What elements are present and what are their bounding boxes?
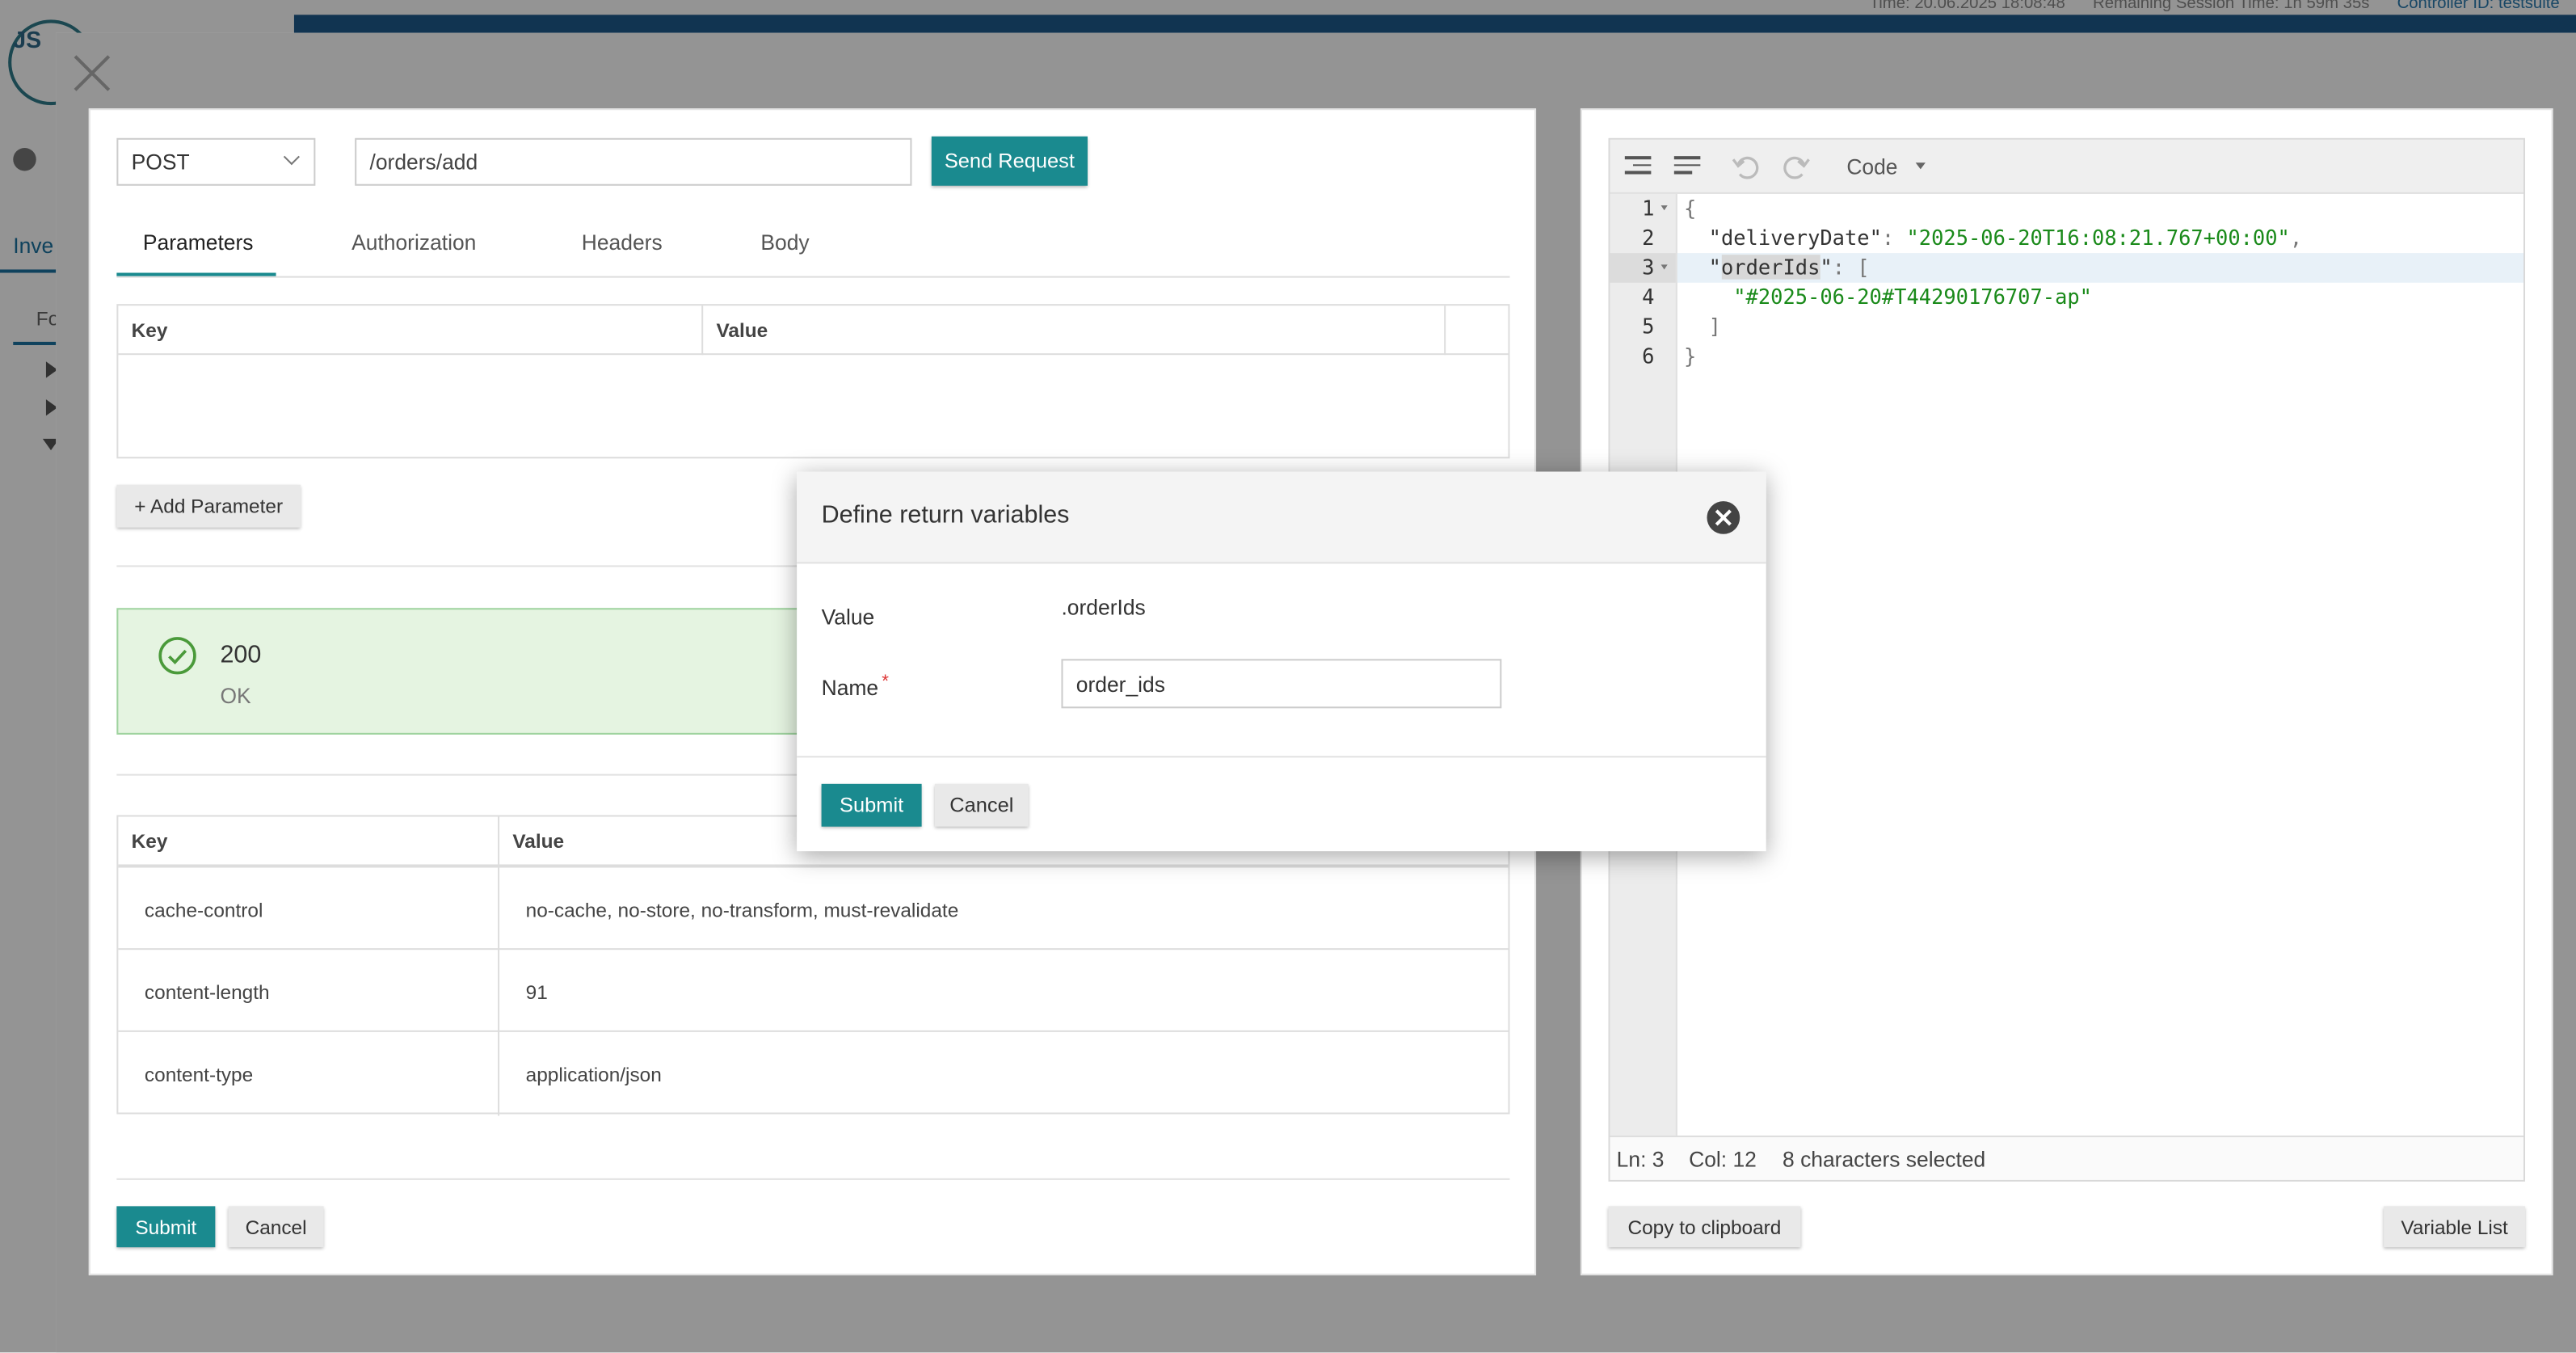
code-area[interactable]: { "deliveryDate": "2025-06-20T16:08:21.7… — [1677, 194, 2523, 1136]
code-line: { — [1684, 195, 1697, 221]
value-text: .orderIds — [1061, 595, 1146, 620]
add-parameter-button[interactable]: + Add Parameter — [116, 484, 301, 528]
editor-toolbar: Code — [1610, 139, 2523, 194]
col-value: Value — [512, 829, 565, 854]
fold-icon[interactable] — [1661, 264, 1668, 270]
required-mark: * — [882, 672, 889, 692]
name-input[interactable] — [1061, 659, 1502, 709]
modal-cancel-button[interactable]: Cancel — [934, 783, 1029, 827]
tab-headers[interactable]: Headers — [582, 230, 663, 255]
parameters-table: Key Value — [116, 304, 1510, 459]
method-select[interactable]: POST — [116, 137, 316, 186]
line-number: 4 — [1642, 284, 1655, 310]
column-divider — [701, 306, 704, 356]
col-key: Key — [131, 829, 168, 854]
submit-button[interactable]: Submit — [116, 1206, 216, 1248]
col-value: Value — [716, 318, 768, 342]
fold-icon[interactable] — [1661, 205, 1668, 211]
close-icon[interactable] — [1707, 501, 1740, 534]
header-key: content-type — [144, 1063, 254, 1086]
column-divider — [1444, 306, 1446, 356]
table-header: Key Value — [118, 306, 1509, 356]
header-value: no-cache, no-store, no-transform, must-r… — [525, 899, 959, 922]
header-key: content-length — [144, 980, 270, 1005]
tab-authorization[interactable]: Authorization — [351, 230, 476, 255]
close-icon[interactable] — [72, 53, 113, 94]
line-number: 5 — [1642, 314, 1655, 339]
divider — [797, 756, 1766, 758]
line-number: 2 — [1642, 225, 1655, 251]
tab-body[interactable]: Body — [760, 230, 809, 255]
line-number: 3 — [1642, 255, 1655, 280]
response-headers-table: Key Value cache-control no-cache, no-sto… — [116, 815, 1510, 1116]
request-tabs: Parameters Authorization Headers Body — [116, 218, 1510, 278]
selected-text: orderIds — [1720, 255, 1820, 280]
table-row: cache-control no-cache, no-store, no-tra… — [118, 866, 1509, 948]
modal-title: Define return variables — [821, 501, 1070, 529]
header-key: cache-control — [144, 899, 263, 922]
col-key: Key — [131, 318, 168, 342]
selection-info: 8 characters selected — [1783, 1147, 1986, 1172]
name-label: Name * — [821, 672, 889, 701]
editor-statusbar: Ln: 3 Col: 12 8 characters selected — [1610, 1135, 2523, 1180]
divider — [116, 1178, 1510, 1180]
cursor-line: Ln: 3 — [1616, 1147, 1665, 1172]
line-number: 6 — [1642, 343, 1655, 369]
redo-icon[interactable] — [1781, 153, 1811, 179]
code-line: "#2025-06-20#T44290176707-ap" — [1733, 284, 2092, 310]
active-tab-indicator — [116, 272, 276, 276]
status-text: OK — [220, 683, 251, 709]
table-row: content-type application/json — [118, 1030, 1509, 1113]
table-row: content-length 91 — [118, 948, 1509, 1031]
modal-header: Define return variables — [797, 471, 1766, 564]
define-return-variables-modal: Define return variables Value .orderIds … — [797, 471, 1766, 852]
code-line: } — [1684, 343, 1697, 369]
tab-parameters[interactable]: Parameters — [143, 230, 254, 255]
code-mode-select[interactable]: Code — [1846, 154, 1897, 179]
value-label: Value — [821, 605, 875, 630]
send-request-button[interactable]: Send Request — [931, 136, 1088, 186]
chevron-down-icon — [283, 149, 300, 166]
cursor-col: Col: 12 — [1689, 1147, 1757, 1172]
code-line-active: "orderIds": [ — [1677, 253, 2523, 283]
url-input[interactable] — [355, 137, 912, 186]
caret-down-icon — [1915, 162, 1926, 170]
format-icon[interactable] — [1624, 156, 1652, 175]
variable-list-button[interactable]: Variable List — [2384, 1206, 2526, 1248]
line-number: 1 — [1642, 195, 1655, 221]
header-value: application/json — [525, 1063, 662, 1086]
method-value: POST — [131, 150, 190, 175]
modal-submit-button[interactable]: Submit — [821, 783, 922, 827]
status-code: 200 — [220, 640, 262, 669]
header-value: 91 — [525, 980, 548, 1005]
check-circle-icon — [158, 637, 196, 675]
compact-icon[interactable] — [1673, 156, 1701, 175]
undo-icon[interactable] — [1732, 153, 1762, 179]
code-line: "deliveryDate": "2025-06-20T16:08:21.767… — [1708, 225, 2303, 251]
cancel-button[interactable]: Cancel — [228, 1206, 324, 1248]
code-line: ] — [1708, 314, 1721, 339]
copy-to-clipboard-button[interactable]: Copy to clipboard — [1608, 1206, 1801, 1248]
